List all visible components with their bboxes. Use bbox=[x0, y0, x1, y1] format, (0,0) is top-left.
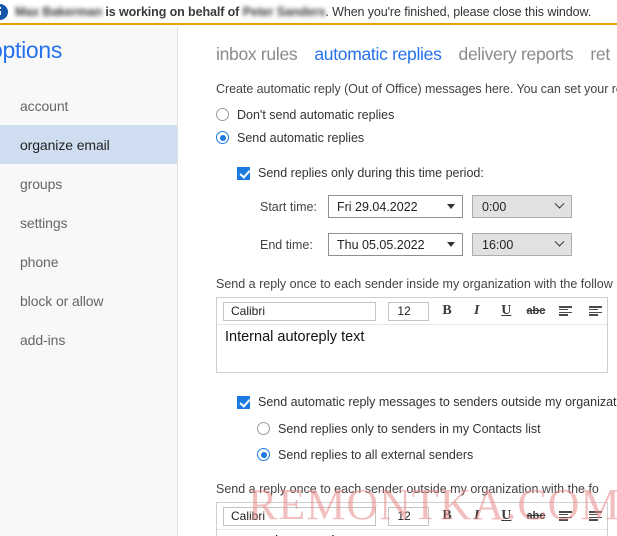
checkmark-icon bbox=[237, 395, 250, 409]
start-time-value: 0:00 bbox=[482, 199, 507, 214]
time-rows: Start time: Fri 29.04.2022 0:00 End time… bbox=[237, 192, 617, 259]
chevron-down-icon bbox=[554, 198, 565, 209]
radio-all-external[interactable]: Send replies to all external senders bbox=[257, 443, 617, 466]
checkbox-external-replies-label: Send automatic reply messages to senders… bbox=[258, 395, 617, 409]
tab-automatic-replies[interactable]: automatic replies bbox=[314, 44, 441, 67]
end-date-select[interactable]: Thu 05.05.2022 bbox=[328, 233, 463, 256]
external-radio-group: Send replies only to senders in my Conta… bbox=[237, 417, 617, 466]
start-time-row: Start time: Fri 29.04.2022 0:00 bbox=[260, 192, 617, 221]
banner-redacted-target: Peter Sanders bbox=[242, 4, 326, 19]
info-icon bbox=[0, 3, 8, 20]
end-time-select[interactable]: 16:00 bbox=[472, 233, 572, 256]
radio-dont-send-automatic-replies[interactable]: Don't send automatic replies bbox=[179, 103, 617, 126]
internal-editor-toolbar: Calibri 12 B I U abc bbox=[217, 298, 607, 324]
internal-reply-editor: Calibri 12 B I U abc Internal autoreply … bbox=[216, 297, 608, 373]
radio-on-icon bbox=[216, 131, 229, 144]
external-font-name-select[interactable]: Calibri bbox=[223, 506, 377, 526]
external-editor-toolbar: Calibri 12 B I U abc bbox=[217, 503, 607, 529]
underline-icon[interactable]: U bbox=[495, 300, 519, 322]
external-replies-section: Send automatic reply messages to senders… bbox=[179, 391, 617, 466]
sidebar-item-settings[interactable]: settings bbox=[0, 203, 177, 242]
start-date-select[interactable]: Fri 29.04.2022 bbox=[328, 195, 463, 218]
delegate-banner: Max Bakerman is working on behalf of Pet… bbox=[0, 0, 617, 25]
checkbox-time-period-label: Send replies only during this time perio… bbox=[258, 166, 484, 180]
sidebar-item-organize-email[interactable]: organize email bbox=[0, 125, 177, 164]
external-reply-body[interactable]: External autoreply text bbox=[217, 529, 607, 536]
radio-send-automatic-replies[interactable]: Send automatic replies bbox=[179, 126, 617, 149]
strikethrough-icon[interactable]: abc bbox=[524, 300, 548, 322]
sidebar-item-phone[interactable]: phone bbox=[0, 242, 177, 281]
sidebar-item-account[interactable]: account bbox=[0, 86, 177, 125]
end-time-value: 16:00 bbox=[482, 237, 514, 252]
radio-dont-send-label: Don't send automatic replies bbox=[237, 107, 395, 122]
banner-text-end: . When you're finished, please close thi… bbox=[325, 4, 592, 19]
tab-retention-policies[interactable]: ret bbox=[590, 44, 610, 67]
radio-send-label: Send automatic replies bbox=[237, 130, 365, 145]
main-pane: inbox rules automatic replies delivery r… bbox=[179, 27, 617, 536]
radio-contacts-only-label: Send replies only to senders in my Conta… bbox=[278, 421, 541, 436]
radio-contacts-only[interactable]: Send replies only to senders in my Conta… bbox=[257, 417, 617, 440]
tab-inbox-rules[interactable]: inbox rules bbox=[216, 44, 298, 67]
internal-reply-caption: Send a reply once to each sender inside … bbox=[216, 277, 613, 291]
end-time-row: End time: Thu 05.05.2022 16:00 bbox=[260, 230, 617, 259]
sidebar-item-add-ins[interactable]: add-ins bbox=[0, 320, 177, 359]
internal-reply-body[interactable]: Internal autoreply text bbox=[217, 324, 607, 372]
banner-text-mid: is working on behalf of bbox=[105, 4, 240, 19]
app-window: Max Bakerman is working on behalf of Pet… bbox=[0, 0, 617, 536]
chevron-down-icon bbox=[554, 236, 565, 247]
radio-on-icon bbox=[257, 448, 270, 461]
page-title: options bbox=[0, 37, 63, 63]
banner-redacted-user: Max Bakerman bbox=[15, 4, 103, 19]
tab-delivery-reports[interactable]: delivery reports bbox=[459, 44, 574, 67]
italic-icon[interactable]: I bbox=[465, 300, 489, 322]
checkbox-time-period[interactable]: Send replies only during this time perio… bbox=[237, 162, 617, 184]
underline-icon[interactable]: U bbox=[495, 505, 519, 527]
bold-icon[interactable]: B bbox=[435, 505, 459, 527]
tab-bar: inbox rules automatic replies delivery r… bbox=[179, 27, 617, 67]
chevron-down-icon bbox=[447, 204, 455, 209]
align-center-icon[interactable] bbox=[583, 505, 607, 527]
delegate-banner-text: Max Bakerman is working on behalf of Pet… bbox=[15, 5, 591, 19]
bold-icon[interactable]: B bbox=[435, 300, 459, 322]
options-sidebar: options account organize email groups se… bbox=[0, 27, 178, 536]
end-time-label: End time: bbox=[260, 237, 313, 252]
sidebar-item-block-or-allow[interactable]: block or allow bbox=[0, 281, 177, 320]
external-font-size-select[interactable]: 12 bbox=[388, 506, 430, 526]
checkbox-external-replies[interactable]: Send automatic reply messages to senders… bbox=[237, 391, 617, 413]
strikethrough-icon[interactable]: abc bbox=[524, 505, 548, 527]
time-period-section: Send replies only during this time perio… bbox=[179, 162, 617, 259]
external-reply-editor: Calibri 12 B I U abc External autoreply … bbox=[216, 502, 608, 536]
italic-icon[interactable]: I bbox=[465, 505, 489, 527]
internal-reply-section: Send a reply once to each sender inside … bbox=[179, 277, 617, 373]
start-date-value: Fri 29.04.2022 bbox=[337, 199, 418, 214]
radio-off-icon bbox=[257, 422, 270, 435]
radio-all-external-label: Send replies to all external senders bbox=[278, 447, 474, 462]
page-description: Create automatic reply (Out of Office) m… bbox=[216, 82, 617, 96]
external-reply-section: Send a reply once to each sender outside… bbox=[179, 482, 617, 536]
sidebar-item-groups[interactable]: groups bbox=[0, 164, 177, 203]
external-reply-caption: Send a reply once to each sender outside… bbox=[216, 482, 599, 496]
end-date-value: Thu 05.05.2022 bbox=[337, 237, 425, 252]
checkmark-icon bbox=[237, 166, 250, 180]
radio-off-icon bbox=[216, 108, 229, 121]
internal-font-name-select[interactable]: Calibri bbox=[223, 301, 377, 321]
align-left-icon[interactable] bbox=[554, 300, 578, 322]
sidebar-list: account organize email groups settings p… bbox=[0, 86, 177, 359]
start-time-select[interactable]: 0:00 bbox=[472, 195, 572, 218]
internal-font-size-select[interactable]: 12 bbox=[388, 301, 430, 321]
align-center-icon[interactable] bbox=[583, 300, 607, 322]
start-time-label: Start time: bbox=[260, 199, 317, 214]
chevron-down-icon bbox=[447, 242, 455, 247]
align-left-icon[interactable] bbox=[554, 505, 578, 527]
